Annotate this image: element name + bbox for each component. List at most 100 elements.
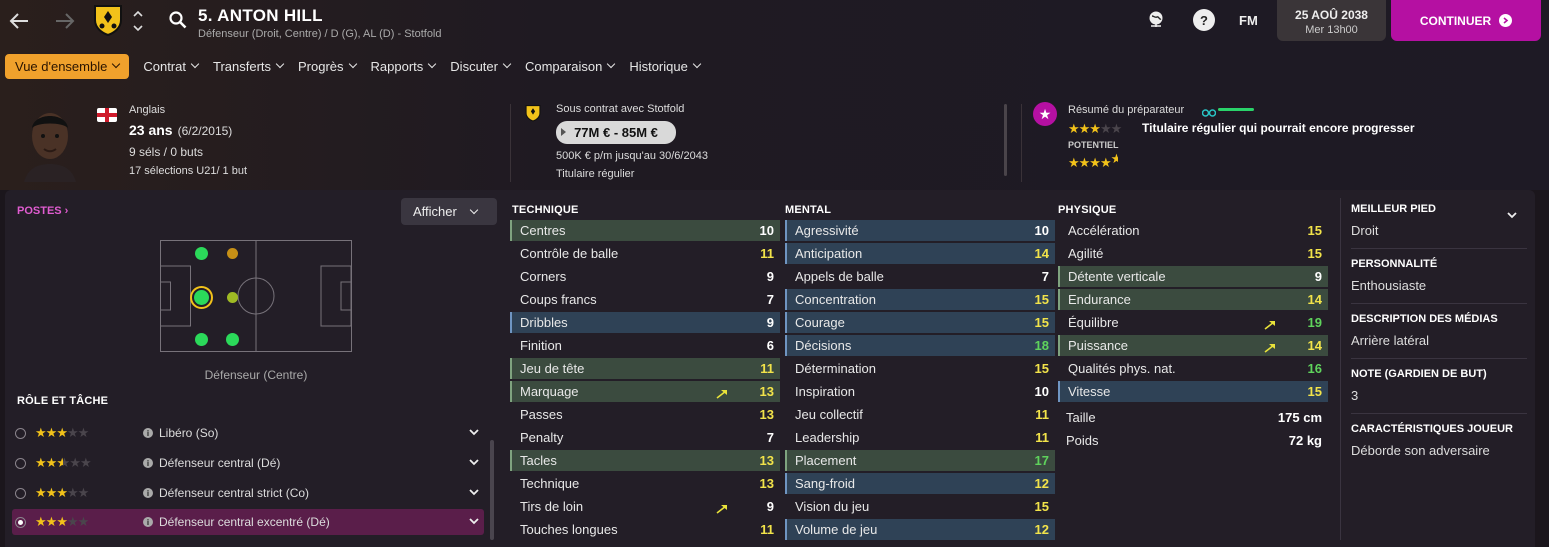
attribute-row[interactable]: Passes 13 <box>510 404 780 425</box>
attribute-row[interactable]: Jeu de tête 11 <box>510 358 780 379</box>
tab-progress[interactable]: Progrès <box>298 54 357 79</box>
role-row[interactable]: ★★★★★★ i Défenseur central (Dé) <box>12 450 484 476</box>
attribute-row[interactable]: Placement 17 <box>785 450 1055 471</box>
attribute-row[interactable]: Détente verticale 9 <box>1058 266 1328 287</box>
radio-selected-icon[interactable] <box>15 516 26 528</box>
roles-scrollbar[interactable] <box>490 440 494 540</box>
attribute-row[interactable]: Endurance 14 <box>1058 289 1328 310</box>
chevron-down-icon[interactable] <box>468 456 480 470</box>
chevron-down-icon[interactable] <box>468 515 480 529</box>
attribute-row[interactable]: Penalty 7 <box>510 427 780 448</box>
position-dot-dm <box>227 292 238 303</box>
positions-link[interactable]: POSTES › <box>17 205 68 217</box>
attribute-row[interactable]: Dribbles 9 <box>510 312 780 333</box>
attribute-row[interactable]: Puissance 14 <box>1058 335 1328 356</box>
attribute-row[interactable]: Vision du jeu 15 <box>785 496 1055 517</box>
attribute-name: Inspiration <box>795 384 855 399</box>
progress-arrow-icon <box>716 387 728 399</box>
coach-summary: Titulaire régulier qui pourrait encore p… <box>1142 121 1415 135</box>
info-block: NOTE (GARDIEN DE BUT) 3 <box>1351 368 1531 403</box>
club-crest-icon[interactable] <box>93 4 123 37</box>
date-panel[interactable]: 25 AOÛ 2038 Mer 13h00 <box>1277 0 1386 41</box>
divider <box>1340 198 1341 540</box>
attribute-row[interactable]: Anticipation 14 <box>785 243 1055 264</box>
scroll-divider <box>1004 104 1007 176</box>
afficher-dropdown[interactable]: Afficher <box>401 198 497 225</box>
transfer-value[interactable]: 77M € - 85M € <box>556 121 676 144</box>
attribute-row[interactable]: Jeu collectif 11 <box>785 404 1055 425</box>
attribute-name: Centres <box>520 223 566 238</box>
search-icon[interactable] <box>167 9 189 31</box>
radio-icon[interactable] <box>15 457 26 469</box>
radio-icon[interactable] <box>15 427 26 439</box>
attribute-row[interactable]: Contrôle de balle 11 <box>510 243 780 264</box>
attribute-row[interactable]: Détermination 15 <box>785 358 1055 379</box>
info-chevron-icon[interactable] <box>1506 208 1518 220</box>
chevron-up-icon[interactable] <box>131 7 145 19</box>
coach-star-icon: ★ <box>1033 102 1057 126</box>
position-dot-wbl <box>227 248 238 259</box>
role-row[interactable]: ★★★★★ i Défenseur central excentré (Dé) <box>12 509 484 535</box>
attribute-name: Contrôle de balle <box>520 246 619 261</box>
attribute-row[interactable]: Concentration 15 <box>785 289 1055 310</box>
forward-arrow-icon[interactable] <box>52 8 78 34</box>
roles-title: RÔLE ET TÂCHE <box>17 395 109 407</box>
tab-comparison[interactable]: Comparaison <box>525 54 616 79</box>
attribute-row[interactable]: Sang-froid 12 <box>785 473 1055 494</box>
attribute-value: 18 <box>1034 338 1049 353</box>
attribute-row[interactable]: Accélération 15 <box>1058 220 1328 241</box>
attribute-name: Jeu collectif <box>795 407 863 422</box>
attribute-row[interactable]: Marquage 13 <box>510 381 780 402</box>
fm-menu-label[interactable]: FM <box>1239 13 1258 28</box>
tab-overview[interactable]: Vue d'ensemble <box>5 53 130 79</box>
chevron-down-icon[interactable] <box>468 486 480 500</box>
attribute-value: 13 <box>759 476 774 491</box>
attribute-row[interactable]: Tacles 13 <box>510 450 780 471</box>
continue-label: CONTINUER <box>1419 13 1492 28</box>
attribute-row[interactable]: Centres 10 <box>510 220 780 241</box>
attribute-row[interactable]: Qualités phys. nat. 16 <box>1058 358 1328 379</box>
attribute-row[interactable]: Corners 9 <box>510 266 780 287</box>
attribute-row[interactable]: Touches longues 11 <box>510 519 780 540</box>
globe-icon[interactable] <box>1145 9 1167 31</box>
info-title: DESCRIPTION DES MÉDIAS <box>1351 313 1498 325</box>
role-row[interactable]: ★★★★★ i Libéro (So) <box>12 420 484 446</box>
attribute-row[interactable]: Vitesse 15 <box>1058 381 1328 402</box>
info-value: Droit <box>1351 223 1379 238</box>
attribute-row[interactable]: Agilité 15 <box>1058 243 1328 264</box>
info-icon[interactable]: i <box>143 517 153 527</box>
attribute-row[interactable]: Leadership 11 <box>785 427 1055 448</box>
divider <box>510 104 511 182</box>
attribute-row[interactable]: Volume de jeu 12 <box>785 519 1055 540</box>
attribute-name: Équilibre <box>1068 315 1119 330</box>
chevron-down-icon[interactable] <box>468 426 480 440</box>
attribute-row[interactable]: Coups francs 7 <box>510 289 780 310</box>
attribute-row[interactable]: Appels de balle 7 <box>785 266 1055 287</box>
tab-transfers[interactable]: Transferts <box>213 54 285 79</box>
attribute-row[interactable]: Décisions 18 <box>785 335 1055 356</box>
attribute-row[interactable]: Courage 15 <box>785 312 1055 333</box>
attribute-row[interactable]: Inspiration 10 <box>785 381 1055 402</box>
attribute-value: 10 <box>1034 384 1049 399</box>
role-stars: ★★★★★ <box>35 425 89 440</box>
tab-history[interactable]: Historique <box>629 54 702 79</box>
radio-icon[interactable] <box>15 487 26 499</box>
attribute-row[interactable]: Tirs de loin 9 <box>510 496 780 517</box>
role-row[interactable]: ★★★★★ i Défenseur central strict (Co) <box>12 480 484 506</box>
attribute-row[interactable]: Technique 13 <box>510 473 780 494</box>
tab-contract[interactable]: Contrat <box>143 54 200 79</box>
help-icon[interactable]: ? <box>1193 9 1215 31</box>
attribute-row[interactable]: Agressivité 10 <box>785 220 1055 241</box>
info-icon[interactable]: i <box>143 458 153 468</box>
back-arrow-icon[interactable] <box>6 8 32 34</box>
attribute-name: Dribbles <box>520 315 568 330</box>
tab-reports[interactable]: Rapports <box>371 54 437 79</box>
attribute-row[interactable]: Finition 6 <box>510 335 780 356</box>
continue-button[interactable]: CONTINUER <box>1391 0 1541 41</box>
attribute-row[interactable]: Équilibre 19 <box>1058 312 1328 333</box>
pitch-diagram <box>160 240 352 352</box>
info-icon[interactable]: i <box>143 488 153 498</box>
tab-discuss[interactable]: Discuter <box>450 54 512 79</box>
chevron-down-icon[interactable] <box>131 22 145 34</box>
info-icon[interactable]: i <box>143 428 153 438</box>
